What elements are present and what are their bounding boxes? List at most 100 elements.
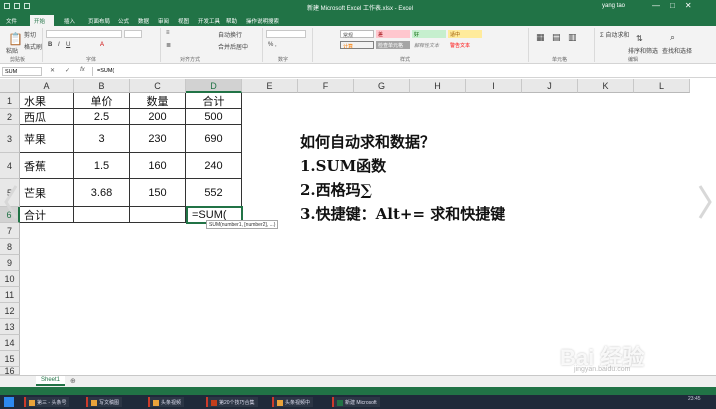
cell-a6[interactable]: 合计 <box>20 207 74 223</box>
cell-d2[interactable]: 500 <box>186 109 242 125</box>
underline-icon[interactable]: U <box>66 42 70 48</box>
column-header-l[interactable]: L <box>634 79 690 93</box>
italic-icon[interactable]: I <box>58 42 60 48</box>
taskbar-item-1[interactable]: 第三 - 头条号 <box>24 397 70 407</box>
style-check-cell[interactable]: 检查单元格 <box>376 41 410 49</box>
delete-cells-icon[interactable]: ▤ <box>552 32 561 43</box>
wrap-text-button[interactable]: 自动换行 <box>218 30 242 39</box>
add-sheet-icon[interactable]: ⊕ <box>70 377 76 385</box>
cell-b3[interactable]: 3 <box>74 125 130 153</box>
style-calculation[interactable]: 计算 <box>340 41 374 50</box>
find-select-button[interactable]: 查找和选择 <box>662 46 692 55</box>
cell-d3[interactable]: 690 <box>186 125 242 153</box>
column-header-h[interactable]: H <box>410 79 466 93</box>
cell-a3[interactable]: 苹果 <box>20 125 74 153</box>
cell-d4[interactable]: 240 <box>186 153 242 179</box>
redo-icon[interactable] <box>24 3 30 9</box>
column-header-e[interactable]: E <box>242 79 298 93</box>
cut-button[interactable]: 剪切 <box>24 30 36 39</box>
row-header-15[interactable]: 15 <box>0 351 20 367</box>
row-header-2[interactable]: 2 <box>0 109 20 125</box>
style-explanatory[interactable]: 解释性文本 <box>412 41 446 49</box>
paste-button[interactable]: 粘贴 <box>6 46 18 55</box>
taskbar-item-2[interactable]: 写文稿图 <box>86 397 123 407</box>
column-header-c[interactable]: C <box>130 79 186 93</box>
cell-a4[interactable]: 香蕉 <box>20 153 74 179</box>
row-header-10[interactable]: 10 <box>0 271 20 287</box>
font-name-select[interactable] <box>46 30 122 38</box>
taskbar-item-6[interactable]: 新建 Microsoft <box>332 397 380 407</box>
sort-filter-button[interactable]: 排序和筛选 <box>628 46 658 55</box>
align-left-icon[interactable]: ≣ <box>166 42 171 49</box>
column-header-b[interactable]: B <box>74 79 130 93</box>
row-header-13[interactable]: 13 <box>0 319 20 335</box>
cell-b5[interactable]: 3.68 <box>74 179 130 207</box>
row-header-7[interactable]: 7 <box>0 223 20 239</box>
cell-c5[interactable]: 150 <box>130 179 186 207</box>
cell-b2[interactable]: 2.5 <box>74 109 130 125</box>
tab-page-layout[interactable]: 页面布局 <box>88 17 110 25</box>
cell-b6[interactable] <box>74 207 130 223</box>
cell-a1[interactable]: 水果 <box>20 93 74 109</box>
format-painter-button[interactable]: 格式刷 <box>24 42 42 51</box>
tab-home[interactable]: 开始 <box>30 15 54 26</box>
row-header-9[interactable]: 9 <box>0 255 20 271</box>
tab-review[interactable]: 审阅 <box>158 17 169 25</box>
taskbar-item-5[interactable]: 头条视频中 <box>272 397 314 407</box>
next-slide-arrow-icon[interactable] <box>696 182 714 222</box>
formula-input[interactable]: =SUM( <box>92 67 712 76</box>
row-header-11[interactable]: 11 <box>0 287 20 303</box>
cell-b1[interactable]: 单价 <box>74 93 130 109</box>
cell-b4[interactable]: 1.5 <box>74 153 130 179</box>
close-button[interactable]: ✕ <box>685 1 692 10</box>
tab-formulas[interactable]: 公式 <box>118 17 129 25</box>
cell-a2[interactable]: 西瓜 <box>20 109 74 125</box>
column-header-j[interactable]: J <box>522 79 578 93</box>
column-header-a[interactable]: A <box>20 79 74 93</box>
sort-filter-icon[interactable]: ⇅ <box>636 34 643 43</box>
worksheet-grid[interactable]: A B C D E F G H I J K L 1 2 3 4 5 6 7 8 … <box>0 79 716 375</box>
paste-icon[interactable]: 📋 <box>8 32 23 46</box>
column-header-k[interactable]: K <box>578 79 634 93</box>
font-color-icon[interactable]: A <box>100 42 104 48</box>
cancel-icon[interactable]: ✕ <box>50 67 55 74</box>
cell-d1[interactable]: 合计 <box>186 93 242 109</box>
save-icon[interactable] <box>4 3 10 9</box>
taskbar-item-3[interactable]: 头条视频 <box>148 397 185 407</box>
cell-c4[interactable]: 160 <box>130 153 186 179</box>
maximize-button[interactable]: □ <box>670 1 675 10</box>
style-neutral[interactable]: 适中 <box>448 30 482 38</box>
row-header-4[interactable]: 4 <box>0 153 20 179</box>
taskbar-item-4[interactable]: 第20个技巧合集 <box>206 397 258 407</box>
row-header-12[interactable]: 12 <box>0 303 20 319</box>
row-header-14[interactable]: 14 <box>0 335 20 351</box>
style-good[interactable]: 好 <box>412 30 446 38</box>
tab-help[interactable]: 帮助 <box>226 17 237 25</box>
taskbar-clock[interactable]: 23:45 <box>688 396 701 402</box>
search-icon[interactable]: ⌕ <box>670 32 675 43</box>
merge-center-button[interactable]: 合并后居中 <box>218 42 248 51</box>
user-name[interactable]: yang tao <box>602 3 625 9</box>
minimize-button[interactable]: — <box>652 1 660 10</box>
column-header-d[interactable]: D <box>186 79 242 93</box>
column-header-f[interactable]: F <box>298 79 354 93</box>
cell-a5[interactable]: 芒果 <box>20 179 74 207</box>
sheet-tab-sheet1[interactable]: Sheet1 <box>36 376 66 386</box>
undo-icon[interactable] <box>14 3 20 9</box>
row-header-8[interactable]: 8 <box>0 239 20 255</box>
select-all-corner[interactable] <box>0 79 20 93</box>
enter-icon[interactable]: ✓ <box>65 67 70 74</box>
tab-view[interactable]: 视图 <box>178 17 189 25</box>
tab-developer[interactable]: 开发工具 <box>198 17 220 25</box>
row-header-3[interactable]: 3 <box>0 125 20 153</box>
cell-c6[interactable] <box>130 207 186 223</box>
cell-c3[interactable]: 230 <box>130 125 186 153</box>
cell-c1[interactable]: 数量 <box>130 93 186 109</box>
tab-insert[interactable]: 插入 <box>64 17 75 25</box>
name-box[interactable]: SUM <box>2 67 42 76</box>
tab-data[interactable]: 数据 <box>138 17 149 25</box>
cell-d5[interactable]: 552 <box>186 179 242 207</box>
insert-cells-icon[interactable]: ▦ <box>536 32 545 43</box>
column-header-i[interactable]: I <box>466 79 522 93</box>
tab-file[interactable]: 文件 <box>6 17 17 25</box>
